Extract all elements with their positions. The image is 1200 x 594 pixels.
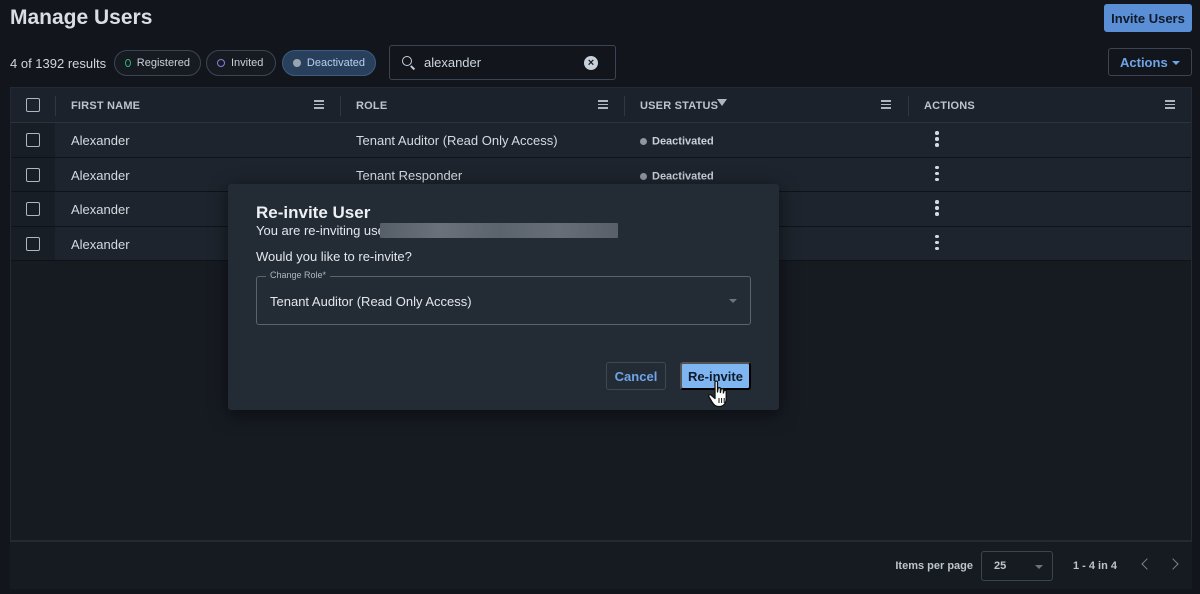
column-menu-icon[interactable]: [598, 100, 608, 109]
row-actions-kebab-icon[interactable]: [935, 200, 939, 216]
col-divider: [908, 96, 909, 116]
first-name-cell: Alexander: [71, 236, 130, 252]
dialog-question: Would you like to re-invite?: [256, 249, 412, 264]
change-role-value: Tenant Auditor (Read Only Access): [270, 294, 472, 309]
actions-dropdown-button[interactable]: Actions: [1108, 48, 1192, 76]
table-row: Alexander Tenant Auditor (Read Only Acce…: [11, 123, 1191, 158]
search-input[interactable]: [424, 55, 574, 70]
chip-label: Invited: [231, 57, 264, 69]
col-divider: [624, 96, 625, 116]
column-menu-icon[interactable]: [881, 100, 891, 109]
chip-label: Registered: [136, 57, 190, 69]
change-role-label-text: Change Role: [270, 270, 323, 280]
column-header-first-name[interactable]: FIRST NAME: [71, 100, 140, 112]
invited-dot-icon: [217, 59, 225, 67]
clear-search-icon[interactable]: ×: [584, 56, 598, 70]
next-page-icon[interactable]: [1167, 558, 1179, 570]
row-checkbox[interactable]: [26, 167, 40, 182]
caret-down-icon: [1035, 565, 1043, 569]
caret-down-icon: [1172, 61, 1180, 65]
search-box: ×: [389, 45, 616, 80]
dialog-title: Re-invite User: [256, 203, 371, 222]
reinvite-user-dialog: Re-invite User You are re-inviting user …: [228, 184, 779, 410]
row-checkbox[interactable]: [26, 133, 40, 147]
row-actions-kebab-icon[interactable]: [935, 131, 939, 147]
column-header-user-status[interactable]: USER STATUS: [640, 100, 718, 112]
row-actions-kebab-icon[interactable]: [935, 234, 939, 251]
row-checkbox[interactable]: [26, 236, 40, 251]
column-menu-icon[interactable]: [1165, 100, 1175, 109]
status-cell: Deactivated: [640, 168, 714, 183]
required-marker: *: [322, 270, 327, 280]
chip-label: Deactivated: [306, 57, 365, 69]
filter-chip-invited[interactable]: Invited: [206, 50, 276, 76]
items-per-page-value: 25: [994, 560, 1007, 572]
column-menu-icon[interactable]: [314, 100, 324, 109]
hand-cursor-icon: [708, 380, 727, 408]
previous-page-icon[interactable]: [1141, 558, 1153, 570]
first-name-cell: Alexander: [71, 167, 130, 183]
first-name-cell: Alexander: [71, 202, 130, 217]
filter-chip-deactivated[interactable]: Deactivated: [282, 50, 376, 76]
pagination-range: 1 - 4 in 4: [1072, 560, 1117, 572]
change-role-label: Change Role*: [266, 270, 331, 280]
registered-dot-icon: [125, 59, 131, 67]
table-footer: Items per page 25 1 - 4 in 4: [10, 541, 1192, 589]
page-title: Manage Users: [10, 6, 153, 29]
row-checkbox[interactable]: [26, 202, 40, 216]
role-cell: Tenant Responder: [356, 167, 463, 183]
col-divider: [340, 96, 341, 116]
items-per-page-label: Items per page: [895, 560, 973, 572]
first-name-cell: Alexander: [71, 133, 130, 148]
status-dot-icon: [640, 138, 647, 146]
column-header-actions: ACTIONS: [924, 100, 975, 112]
cancel-button[interactable]: Cancel: [606, 362, 666, 390]
row-actions-kebab-icon[interactable]: [935, 165, 939, 182]
invite-users-button[interactable]: Invite Users: [1104, 4, 1192, 32]
results-count: 4 of 1392 results: [10, 56, 107, 71]
col-divider: [55, 96, 56, 116]
dialog-subtitle: You are re-inviting user: [256, 223, 390, 238]
items-per-page-select[interactable]: 25: [981, 551, 1053, 581]
status-cell: Deactivated: [640, 133, 714, 148]
search-icon: [402, 55, 416, 70]
redacted-email: [380, 223, 618, 238]
deactivated-dot-icon: [293, 59, 301, 67]
status-text: Deactivated: [652, 170, 714, 183]
table-header: FIRST NAME ROLE USER STATUS ACTIONS: [11, 88, 1191, 123]
change-role-select[interactable]: Change Role* Tenant Auditor (Read Only A…: [256, 270, 751, 325]
status-dot-icon: [640, 172, 647, 180]
role-cell: Tenant Auditor (Read Only Access): [356, 133, 558, 148]
select-all-checkbox[interactable]: [26, 98, 40, 112]
caret-down-icon: [729, 299, 737, 303]
filter-chip-registered[interactable]: Registered: [114, 50, 201, 76]
column-header-role[interactable]: ROLE: [356, 100, 387, 112]
actions-label: Actions: [1120, 54, 1168, 70]
status-text: Deactivated: [652, 135, 714, 148]
filter-icon[interactable]: [717, 99, 727, 106]
